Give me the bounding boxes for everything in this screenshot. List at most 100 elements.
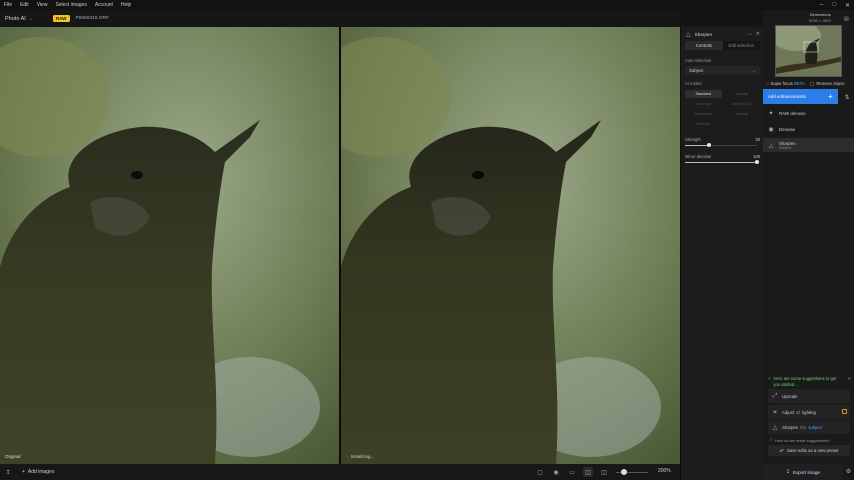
- save-preset-button[interactable]: ☍ Save edits as a new preset: [768, 445, 850, 456]
- original-pane[interactable]: Original: [0, 27, 339, 464]
- denoise-icon: ◉: [768, 126, 774, 133]
- help-icon: ⓘ: [769, 437, 773, 442]
- side-by-side-icon[interactable]: ◫: [599, 467, 609, 477]
- mode-standard[interactable]: Standard: [685, 90, 722, 98]
- export-icon: ↧: [786, 469, 790, 474]
- ai-model-label: AI model: [685, 81, 702, 86]
- menu-help[interactable]: Help: [117, 0, 135, 10]
- suggestion-label: Adjust: [782, 409, 794, 415]
- how-suggestions-text: How do we make suggestions?: [775, 437, 831, 443]
- object-actions: □ Super focus BETA ◯ Remove object: [766, 79, 852, 88]
- chevron-down-icon[interactable]: ⌄: [29, 16, 33, 22]
- menu-edit[interactable]: Edit: [16, 0, 33, 10]
- mode-motion-blur[interactable]: Motion blur: [685, 110, 722, 118]
- more-icon[interactable]: ⋯: [746, 31, 752, 38]
- save-preset-label: Save edits as a new preset: [786, 448, 839, 453]
- suggestion-link: lighting: [802, 409, 816, 415]
- suggestion-adjust-lighting[interactable]: ☀ Adjust all lighting: [768, 405, 850, 419]
- thumbnail-image: [776, 26, 841, 76]
- enhancement-sharpen[interactable]: △ Sharpen Subject: [763, 138, 854, 152]
- zoom-slider-handle[interactable]: [621, 469, 627, 475]
- enhancement-text: Sharpen Subject: [779, 141, 796, 150]
- maximize-icon[interactable]: □: [828, 0, 841, 10]
- preview-status-label: ◌ Initializing...: [346, 454, 374, 459]
- dimensions-value: 5240 × 3912: [809, 17, 832, 23]
- zoom-level[interactable]: 200%: [658, 468, 671, 474]
- dimensions-label: Dimensions: [809, 12, 831, 17]
- export-image-button[interactable]: ↧ Export image: [763, 464, 843, 480]
- remove-object-button[interactable]: Remove object: [816, 81, 844, 86]
- image-viewer[interactable]: Original ◌ Initializing...: [0, 27, 680, 464]
- suggestions-header: + Here are some suggestions to get you s…: [768, 376, 852, 387]
- mode-lens-blur-v2[interactable]: Lens blur V2: [724, 100, 761, 108]
- enhancement-label: RAW denoise: [779, 110, 806, 116]
- plus-icon: +: [768, 376, 771, 381]
- info-panel-icon[interactable]: ▤: [844, 16, 849, 22]
- right-panel: Dimensions 5240 × 3912 ▤ □ Super focus B…: [763, 10, 854, 480]
- preview-pane[interactable]: ◌ Initializing...: [341, 27, 680, 464]
- suggestion-muted: the: [800, 424, 807, 430]
- auto-selection-dropdown[interactable]: Subject ⌄: [685, 66, 760, 75]
- triangle-icon: △: [768, 142, 774, 149]
- tab-controls[interactable]: Controls: [685, 41, 723, 50]
- mode-natural[interactable]: Natural: [724, 110, 761, 118]
- enhancement-raw-denoise[interactable]: ✦ RAW denoise: [763, 106, 854, 120]
- mode-refocus[interactable]: Refocus: [685, 120, 722, 128]
- sharpen-panel: △ Sharpen ⋯ ✕ Controls Edit selection Au…: [680, 27, 763, 480]
- navigator-thumbnail[interactable]: [775, 25, 842, 77]
- focus-icon: □: [766, 81, 769, 86]
- minimize-icon[interactable]: –: [815, 0, 828, 10]
- strength-slider-handle[interactable]: [706, 143, 711, 147]
- minor-denoise-slider-handle[interactable]: [755, 160, 759, 164]
- suggestion-upscale[interactable]: ⤢ Upscale: [768, 389, 850, 403]
- close-icon[interactable]: ✕: [756, 31, 760, 37]
- export-settings-icon[interactable]: ⚙: [844, 467, 853, 476]
- raw-badge: RAW: [53, 15, 70, 22]
- triangle-icon: △: [772, 424, 778, 431]
- add-enhancements-label: Add enhancements: [768, 94, 806, 99]
- eye-icon[interactable]: ◉: [551, 467, 561, 477]
- ai-model-grid: Standard Strong Lens blur Lens blur V2 M…: [685, 90, 760, 128]
- menu-select-images[interactable]: Select images: [51, 0, 90, 10]
- menu-file[interactable]: File: [0, 0, 16, 10]
- add-enhancements-button[interactable]: Add enhancements +: [763, 89, 838, 104]
- triangle-icon: △: [686, 31, 691, 38]
- original-label: Original: [5, 454, 21, 459]
- crop-rotate-icon[interactable]: ⇅: [843, 93, 851, 101]
- split-view-icon[interactable]: ◫: [583, 467, 593, 477]
- super-focus-button[interactable]: Super focus BETA: [771, 81, 805, 86]
- minor-denoise-fill: [685, 162, 757, 163]
- strength-label: Strength: [685, 137, 701, 142]
- enhancement-label: Sharpen: [779, 140, 796, 146]
- chevron-down-icon: ⌄: [752, 67, 756, 73]
- top-toolbar: Photo AI ⌄ RAW P8060346.ORF: [0, 10, 680, 27]
- menu-account[interactable]: Account: [91, 0, 117, 10]
- how-suggestions-link[interactable]: ⓘ How do we make suggestions?: [769, 437, 830, 443]
- dimensions-info: Dimensions 5240 × 3912: [809, 12, 831, 23]
- mode-lens-blur[interactable]: Lens blur: [685, 100, 722, 108]
- minor-denoise-value[interactable]: 100: [753, 154, 760, 159]
- mode-strong[interactable]: Strong: [724, 90, 761, 98]
- plus-icon: +: [828, 92, 833, 101]
- wand-icon: ✦: [768, 110, 774, 117]
- menu-bar: File Edit View Select images Account Hel…: [0, 0, 854, 10]
- single-view-icon[interactable]: ▭: [567, 467, 577, 477]
- panel-title: Sharpen: [694, 31, 712, 37]
- suggestion-sharpen-subject[interactable]: △ Sharpen the subject: [768, 420, 850, 434]
- close-icon[interactable]: ✕: [847, 376, 851, 382]
- auto-selection-value: Subject: [689, 68, 704, 73]
- crop-icon[interactable]: ▢: [535, 467, 545, 477]
- strength-fill: [685, 145, 709, 146]
- tab-edit-selection[interactable]: Edit selection: [723, 41, 761, 50]
- super-focus-label: Super focus: [770, 81, 793, 86]
- sun-icon: ☀: [772, 409, 778, 416]
- add-images-button[interactable]: + Add images: [22, 469, 54, 475]
- menu-view[interactable]: View: [33, 0, 52, 10]
- close-window-icon[interactable]: ✕: [841, 0, 854, 10]
- suggestions-text: Here are some suggestions to get you sta…: [773, 376, 837, 387]
- enhancement-denoise[interactable]: ◉ Denoise: [763, 122, 854, 136]
- strength-value[interactable]: 33: [755, 137, 760, 142]
- upload-icon[interactable]: ↥: [3, 467, 13, 477]
- suggestion-label: Sharpen: [782, 424, 799, 430]
- bird-photo-preview: [341, 27, 680, 464]
